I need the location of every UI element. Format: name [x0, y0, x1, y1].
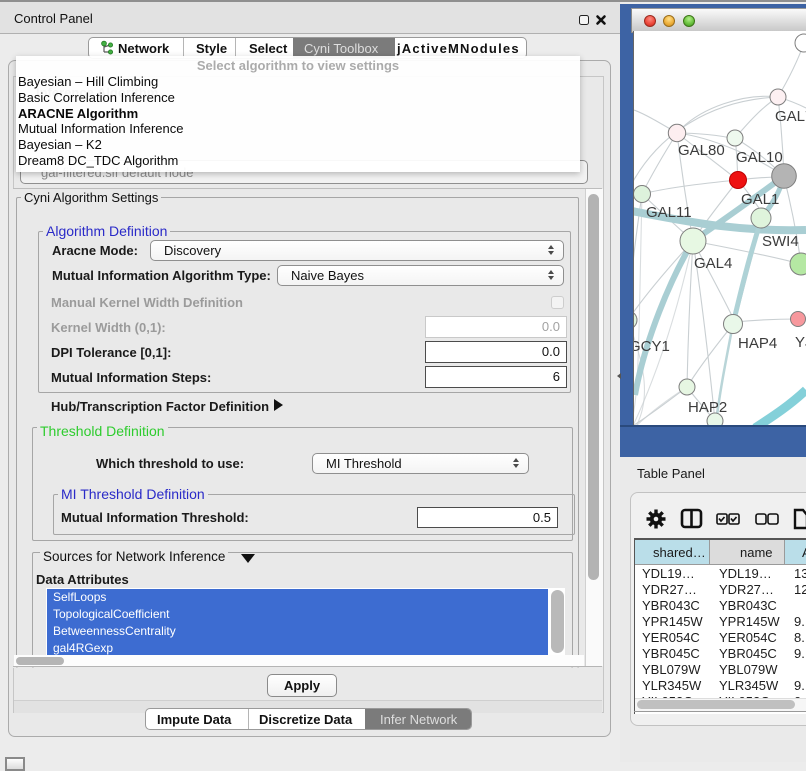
svg-text:GAL11: GAL11 — [646, 204, 692, 221]
svg-text:SWI4: SWI4 — [762, 233, 799, 250]
svg-text:GAL80: GAL80 — [678, 142, 725, 159]
svg-text:GAL10: GAL10 — [736, 149, 783, 166]
svg-text:HAP2: HAP2 — [688, 399, 727, 416]
svg-text:YJ: YJ — [795, 334, 806, 351]
svg-text:GAL7: GAL7 — [775, 108, 806, 125]
svg-text:GAL4: GAL4 — [694, 255, 732, 272]
svg-text:GCY1: GCY1 — [634, 338, 670, 355]
svg-text:GAL1: GAL1 — [741, 191, 779, 208]
svg-text:HAP4: HAP4 — [738, 335, 777, 352]
